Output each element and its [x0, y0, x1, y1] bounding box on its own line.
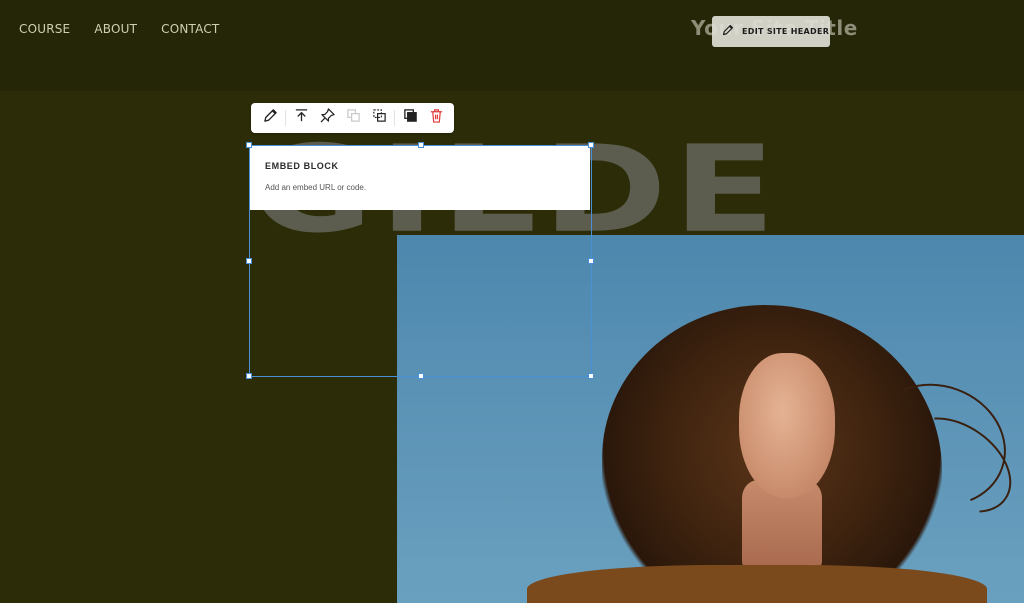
block-toolbar	[251, 103, 454, 133]
resize-handle-bottom[interactable]	[418, 373, 424, 379]
resize-handle-bottom-right[interactable]	[588, 373, 594, 379]
pin-button[interactable]	[314, 103, 340, 133]
embed-block-placeholder: Add an embed URL or code.	[265, 183, 367, 192]
move-to-top-button[interactable]	[288, 103, 314, 133]
face-shape	[739, 353, 835, 498]
resize-handle-left[interactable]	[246, 258, 252, 264]
bring-forward-button[interactable]	[366, 103, 392, 133]
resize-handle-top-right[interactable]	[588, 142, 594, 148]
bring-forward-icon	[372, 108, 387, 128]
toolbar-divider	[285, 110, 286, 126]
send-backward-icon	[346, 108, 361, 128]
resize-handle-top[interactable]	[418, 142, 424, 148]
resize-handle-top-left[interactable]	[246, 142, 252, 148]
jacket-shape	[527, 565, 987, 603]
toolbar-divider	[394, 110, 395, 126]
embed-block-card[interactable]: EMBED BLOCK Add an embed URL or code.	[250, 146, 590, 210]
move-to-top-icon	[294, 108, 309, 128]
pencil-icon	[263, 108, 278, 128]
trash-icon	[429, 108, 444, 128]
send-backward-button[interactable]	[340, 103, 366, 133]
duplicate-icon	[403, 108, 418, 128]
embed-block-title: EMBED BLOCK	[265, 161, 339, 171]
resize-handle-bottom-left[interactable]	[246, 373, 252, 379]
embed-block-selection[interactable]: EMBED BLOCK Add an embed URL or code.	[246, 142, 594, 379]
duplicate-button[interactable]	[397, 103, 423, 133]
resize-handle-right[interactable]	[588, 258, 594, 264]
edit-block-button[interactable]	[257, 103, 283, 133]
delete-button[interactable]	[423, 103, 449, 133]
pin-icon	[320, 108, 335, 128]
